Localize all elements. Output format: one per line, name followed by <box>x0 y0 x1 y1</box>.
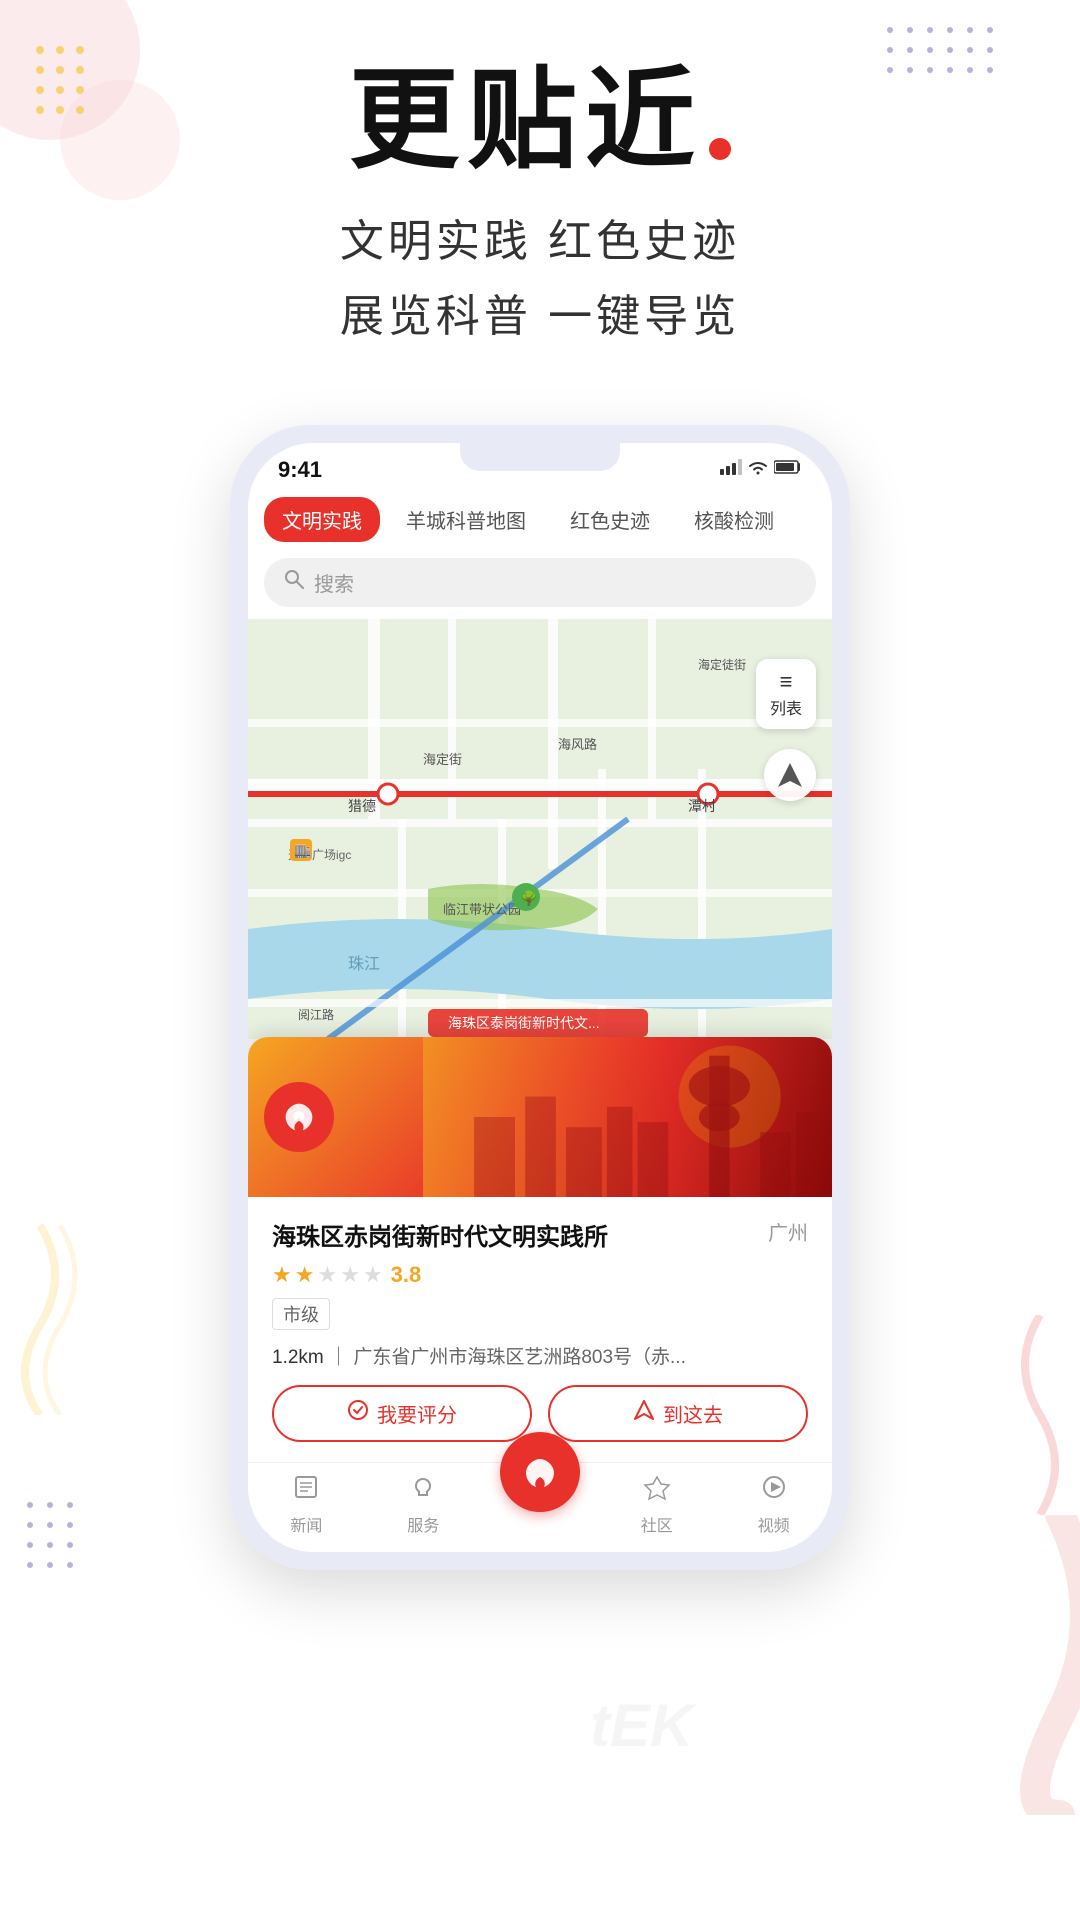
app-logo-svg <box>278 1096 320 1138</box>
center-app-icon <box>517 1449 563 1495</box>
map-list-button[interactable]: ≡ 列表 <box>756 659 816 729</box>
list-label: 列表 <box>770 695 802 719</box>
nav-service[interactable]: 服务 <box>365 1473 482 1536</box>
svg-text:临江带状公园: 临江带状公园 <box>443 902 521 917</box>
card-body: 海珠区赤岗街新时代文明实践所 广州 ★ ★ ★ ★ ★ 3.8 <box>248 1197 832 1462</box>
card-level: 市级 <box>272 1298 330 1330</box>
phone-notch <box>460 443 620 471</box>
nav-news[interactable]: 新闻 <box>248 1473 365 1536</box>
svg-text:猎德: 猎德 <box>348 798 376 814</box>
card-rating-row: ★ ★ ★ ★ ★ 3.8 <box>272 1262 808 1288</box>
card-title: 海珠区赤岗街新时代文明实践所 <box>272 1217 756 1252</box>
subtitle: 文明实践 红色史迹 展览科普 一键导览 <box>0 205 1080 355</box>
city-silhouette <box>423 1037 832 1197</box>
rating-number: 3.8 <box>391 1262 422 1288</box>
nav-video[interactable]: 视频 <box>715 1473 832 1536</box>
nav-center-button[interactable] <box>500 1432 580 1512</box>
phone-mockup: 9:41 文明实践 <box>230 425 850 1570</box>
card-app-icon <box>264 1082 334 1152</box>
nav-community-icon <box>643 1473 671 1508</box>
tek-watermark: tEK <box>590 1691 693 1760</box>
detail-card-wrapper: 海珠区赤岗街新时代文明实践所 广州 ★ ★ ★ ★ ★ 3.8 <box>248 1037 832 1552</box>
rate-button[interactable]: 我要评分 <box>272 1385 532 1442</box>
tab-hesuan[interactable]: 核酸检测 <box>676 497 792 542</box>
map-area[interactable]: 珠江 猎德 潭村 天汇广场igc 海定街 海风路 <box>248 619 832 1039</box>
search-bar[interactable]: 搜索 <box>264 558 816 607</box>
svg-text:阅江路: 阅江路 <box>298 1007 334 1022</box>
navigate-button[interactable]: 到这去 <box>548 1385 808 1442</box>
nav-service-icon <box>409 1473 437 1508</box>
tab-hongse[interactable]: 红色史迹 <box>552 497 668 542</box>
svg-text:🏬: 🏬 <box>294 842 312 859</box>
map-nav-button[interactable] <box>764 749 816 801</box>
star-4: ★ <box>340 1262 360 1288</box>
phone-wrapper: 9:41 文明实践 <box>0 425 1080 1570</box>
list-icon: ≡ <box>770 669 802 695</box>
main-title: 更贴近 <box>349 60 703 181</box>
nav-community-label: 社区 <box>641 1512 673 1536</box>
card-header <box>248 1037 832 1197</box>
nav-news-label: 新闻 <box>290 1512 322 1536</box>
phone-inner: 9:41 文明实践 <box>248 443 832 1552</box>
star-1: ★ <box>272 1262 292 1288</box>
tab-yangcheng[interactable]: 羊城科普地图 <box>388 497 544 542</box>
stars: ★ ★ ★ ★ ★ <box>272 1262 383 1288</box>
phone-search: 搜索 <box>248 550 832 619</box>
detail-card: 海珠区赤岗街新时代文明实践所 广州 ★ ★ ★ ★ ★ 3.8 <box>248 1037 832 1462</box>
svg-text:珠江: 珠江 <box>348 955 380 973</box>
card-city: 广州 <box>768 1217 808 1246</box>
svg-text:海珠区泰岗街新时代文...: 海珠区泰岗街新时代文... <box>448 1015 600 1031</box>
battery-icon <box>774 460 802 479</box>
nav-video-label: 视频 <box>758 1512 790 1536</box>
search-placeholder: 搜索 <box>314 568 354 597</box>
status-icons <box>720 459 802 480</box>
hero-section: 更贴近 文明实践 红色史迹 展览科普 一键导览 <box>0 0 1080 395</box>
star-5: ★ <box>363 1262 383 1288</box>
title-dot <box>709 138 731 160</box>
svg-text:海定街: 海定街 <box>423 752 462 767</box>
card-title-row: 海珠区赤岗街新时代文明实践所 广州 <box>272 1217 808 1252</box>
bottom-nav: 新闻 服务 <box>248 1462 832 1552</box>
signal-icon <box>720 459 742 480</box>
svg-text:海风路: 海风路 <box>558 737 597 752</box>
svg-text:潭村: 潭村 <box>688 798 716 814</box>
tab-wenming[interactable]: 文明实践 <box>264 497 380 542</box>
svg-text:海定徒街: 海定徒街 <box>698 657 746 672</box>
phone-tabs: 文明实践 羊城科普地图 红色史迹 核酸检测 <box>248 489 832 550</box>
status-time: 9:41 <box>278 457 322 483</box>
nav-video-icon <box>760 1473 788 1508</box>
nav-service-label: 服务 <box>407 1512 439 1536</box>
star-2: ★ <box>295 1262 315 1288</box>
card-address: 1.2km ｜ 广东省广州市海珠区艺洲路803号（赤... <box>272 1342 808 1369</box>
nav-news-icon <box>292 1473 320 1508</box>
nav-community[interactable]: 社区 <box>598 1473 715 1536</box>
rate-icon <box>347 1399 369 1427</box>
search-icon <box>284 569 304 595</box>
map-svg: 珠江 猎德 潭村 天汇广场igc 海定街 海风路 <box>248 619 832 1039</box>
navigate-icon <box>633 1399 655 1427</box>
wifi-icon <box>748 459 768 480</box>
star-3: ★ <box>317 1262 337 1288</box>
svg-text:🌳: 🌳 <box>520 889 537 907</box>
